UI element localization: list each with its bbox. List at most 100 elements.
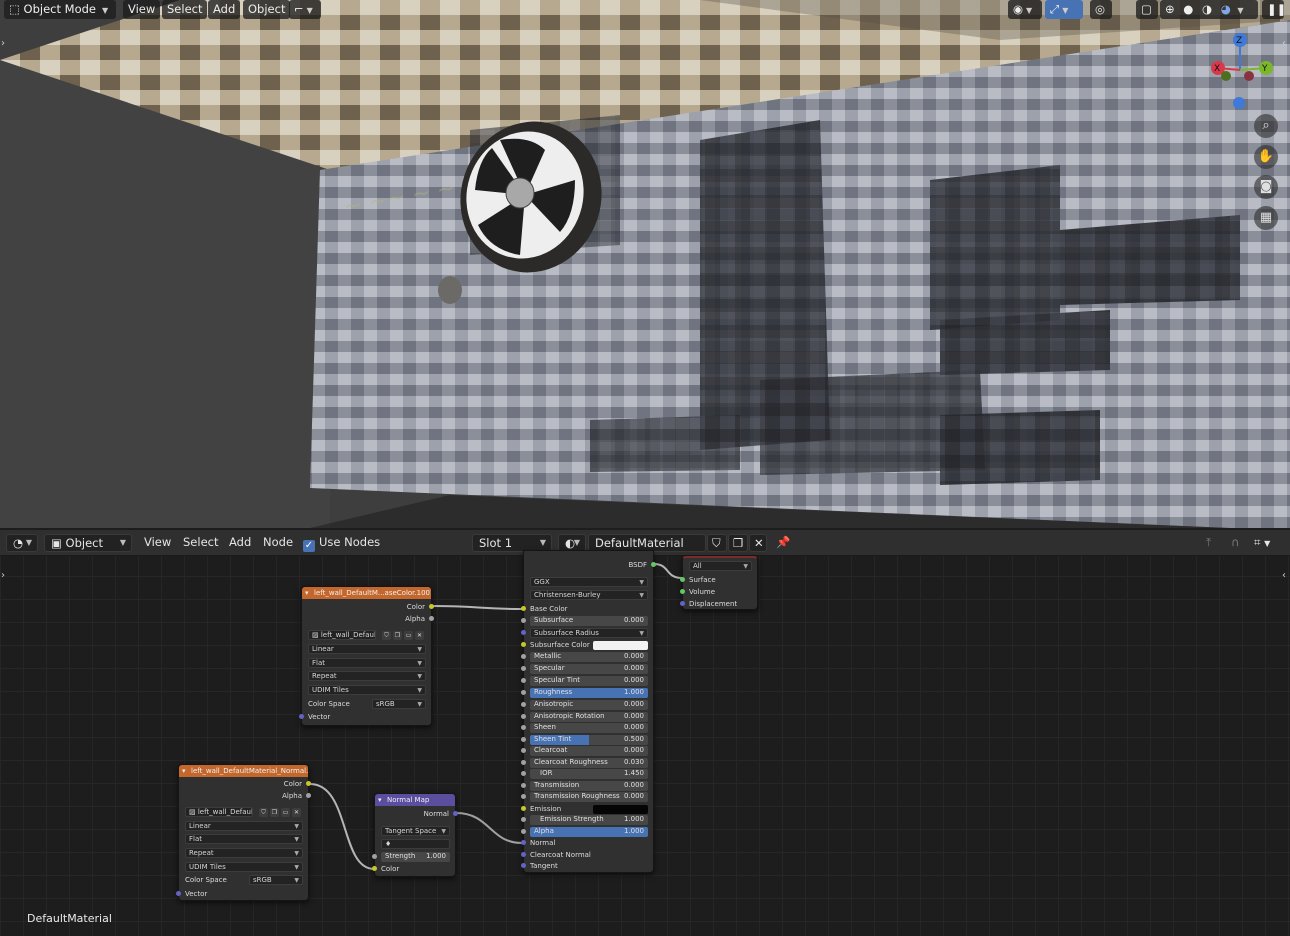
normal-map-node[interactable]: Normal Map Normal Tangent Space▼ ♦ Stren… bbox=[372, 793, 458, 877]
emission-color-swatch[interactable] bbox=[593, 805, 648, 814]
socket-in[interactable] bbox=[521, 783, 526, 788]
alpha-slider[interactable]: Alpha 1.000 bbox=[530, 827, 648, 837]
socket-in[interactable] bbox=[521, 817, 526, 822]
socket-color-out[interactable] bbox=[429, 604, 434, 609]
socket-in[interactable] bbox=[521, 806, 526, 811]
interpolation-dropdown[interactable]: Linear ▼ bbox=[308, 644, 426, 654]
copy-icon[interactable]: ❐ bbox=[393, 631, 402, 640]
sheen-slider[interactable]: Sheen 0.000 bbox=[530, 723, 648, 733]
socket-in[interactable] bbox=[521, 863, 526, 868]
transmission-roughness-slider[interactable]: Transmission Roughness 0.000 bbox=[530, 792, 648, 802]
ne-menu-view[interactable]: View bbox=[144, 534, 171, 552]
socket-strength-in[interactable] bbox=[372, 854, 377, 859]
ior-slider[interactable]: IOR 1.450 bbox=[530, 769, 648, 779]
ne-menu-node[interactable]: Node bbox=[263, 534, 293, 552]
material-output-node[interactable]: All ▼ Surface Volume Displacement bbox=[680, 556, 758, 610]
duplicate-material-icon[interactable]: ❐ bbox=[728, 534, 748, 552]
socket-in[interactable] bbox=[521, 725, 526, 730]
socket-in[interactable] bbox=[521, 654, 526, 659]
socket-displacement-in[interactable] bbox=[680, 601, 685, 606]
menu-select[interactable]: Select bbox=[162, 0, 208, 19]
source-dropdown[interactable]: UDIM Tiles ▼ bbox=[308, 685, 426, 695]
distribution-dropdown[interactable]: GGX ▼ bbox=[530, 577, 648, 587]
socket-in[interactable] bbox=[521, 678, 526, 683]
folder-icon[interactable]: ▭ bbox=[281, 808, 290, 817]
clearcoat-roughness-slider[interactable]: Clearcoat Roughness 0.030 bbox=[530, 758, 648, 768]
3d-viewport[interactable]: ~ ~~ ~ ~ ⬚ Object Mode ▼ View Select Add … bbox=[0, 0, 1290, 528]
socket-alpha-out[interactable] bbox=[429, 616, 434, 621]
toolbar-expand-icon[interactable]: › bbox=[1, 38, 5, 49]
color-space-dropdown[interactable]: sRGB ▼ bbox=[249, 875, 303, 885]
overlay-toggle[interactable]: ◎ bbox=[1090, 0, 1112, 19]
metallic-slider[interactable]: Metallic 0.000 bbox=[530, 652, 648, 662]
editor-type-dropdown[interactable]: ◔ ▼ bbox=[6, 534, 38, 552]
socket-in[interactable] bbox=[521, 829, 526, 834]
shader-node-editor[interactable]: ◔ ▼ ▣ Object ▼ View Select Add Node ✓ Use N… bbox=[0, 530, 1290, 936]
subsurface-color-swatch[interactable] bbox=[593, 641, 648, 650]
anisotropic-rotation-slider[interactable]: Anisotropic Rotation 0.000 bbox=[530, 712, 648, 722]
socket-color-out[interactable] bbox=[306, 781, 311, 786]
socket-in[interactable] bbox=[521, 771, 526, 776]
gizmo-toggle[interactable]: ⤢ ▼ bbox=[1045, 0, 1083, 19]
socket-in[interactable] bbox=[521, 690, 526, 695]
xray-toggle[interactable]: ▢ bbox=[1136, 0, 1158, 19]
menu-add[interactable]: Add bbox=[208, 0, 241, 19]
wireframe-shading-icon[interactable]: ⊕ bbox=[1165, 2, 1175, 16]
socket-in[interactable] bbox=[521, 618, 526, 623]
ne-menu-add[interactable]: Add bbox=[229, 534, 251, 552]
socket-in[interactable] bbox=[521, 714, 526, 719]
fake-user-shield-icon[interactable]: ⛉ bbox=[707, 534, 727, 552]
projection-dropdown[interactable]: Flat ▼ bbox=[185, 834, 303, 844]
shader-type-dropdown[interactable]: ▣ Object ▼ bbox=[44, 534, 132, 552]
socket-in[interactable] bbox=[521, 748, 526, 753]
socket-in[interactable] bbox=[521, 630, 526, 635]
node-header[interactable]: left_wall_DefaultMaterial_Normal.100... bbox=[179, 765, 308, 777]
socket-bsdf-out[interactable] bbox=[651, 562, 656, 567]
base-color-texture-node[interactable]: left_wall_DefaultM...aseColor.1001.png C… bbox=[299, 586, 434, 726]
uv-map-field[interactable]: ♦ bbox=[381, 839, 450, 849]
socket-in[interactable] bbox=[521, 702, 526, 707]
principled-bsdf-node[interactable]: BSDF GGX ▼ Christensen-Burley ▼ Base Color… bbox=[521, 550, 656, 873]
strength-slider[interactable]: Strength 1.000 bbox=[381, 852, 450, 862]
pause-render-button[interactable]: ❚❚ bbox=[1262, 0, 1286, 19]
zoom-icon[interactable]: ⌕ bbox=[1254, 114, 1278, 138]
parent-node-tree-icon[interactable]: ⤒ bbox=[1206, 534, 1211, 552]
anisotropic-slider[interactable]: Anisotropic 0.000 bbox=[530, 700, 648, 710]
subsurface-radius-dropdown[interactable]: Subsurface Radius ▼ bbox=[530, 628, 648, 638]
hand-pan-icon[interactable]: ✋ bbox=[1254, 145, 1278, 169]
use-nodes-checkbox[interactable]: ✓ Use Nodes bbox=[303, 534, 380, 552]
transmission-slider[interactable]: Transmission 0.000 bbox=[530, 781, 648, 791]
pin-icon[interactable]: 📌 bbox=[776, 534, 792, 552]
socket-in[interactable] bbox=[521, 737, 526, 742]
socket-in[interactable] bbox=[521, 666, 526, 671]
unlink-material-icon[interactable]: ✕ bbox=[749, 534, 767, 552]
space-dropdown[interactable]: Tangent Space ▼ bbox=[381, 826, 450, 836]
menu-view[interactable]: View bbox=[123, 0, 161, 19]
socket-in[interactable] bbox=[521, 642, 526, 647]
socket-normal-in[interactable] bbox=[521, 840, 526, 845]
sheen-tint-slider[interactable]: Sheen Tint 0.500 bbox=[530, 735, 648, 745]
socket-normal-out[interactable] bbox=[453, 811, 458, 816]
specular-slider[interactable]: Specular 0.000 bbox=[530, 664, 648, 674]
image-selector[interactable]: ▨ left_wall_Default... bbox=[185, 807, 253, 817]
clearcoat-slider[interactable]: Clearcoat 0.000 bbox=[530, 746, 648, 756]
snap-icon[interactable]: ∩ bbox=[1231, 534, 1239, 552]
socket-in[interactable] bbox=[521, 852, 526, 857]
socket-alpha-out[interactable] bbox=[306, 793, 311, 798]
source-dropdown[interactable]: UDIM Tiles ▼ bbox=[185, 862, 303, 872]
close-icon[interactable]: ✕ bbox=[415, 631, 424, 640]
transform-pivot-dropdown[interactable]: ⌐ ▼ bbox=[289, 0, 321, 19]
emission-strength-slider[interactable]: Emission Strength 1.000 bbox=[530, 815, 648, 825]
ne-menu-select[interactable]: Select bbox=[183, 534, 218, 552]
solid-shading-icon[interactable]: ● bbox=[1183, 2, 1193, 16]
socket-volume-in[interactable] bbox=[680, 589, 685, 594]
object-mode-dropdown[interactable]: ⬚ Object Mode ▼ bbox=[4, 0, 116, 19]
folder-icon[interactable]: ▭ bbox=[404, 631, 413, 640]
visibility-dropdown[interactable]: ◉ ▼ bbox=[1008, 0, 1042, 19]
socket-vector-in[interactable] bbox=[299, 714, 304, 719]
subsurface-method-dropdown[interactable]: Christensen-Burley ▼ bbox=[530, 590, 648, 600]
socket-in[interactable] bbox=[521, 760, 526, 765]
roughness-slider[interactable]: Roughness 1.000 bbox=[530, 688, 648, 698]
camera-icon[interactable]: ◙ bbox=[1254, 175, 1278, 199]
extension-dropdown[interactable]: Repeat ▼ bbox=[308, 671, 426, 681]
